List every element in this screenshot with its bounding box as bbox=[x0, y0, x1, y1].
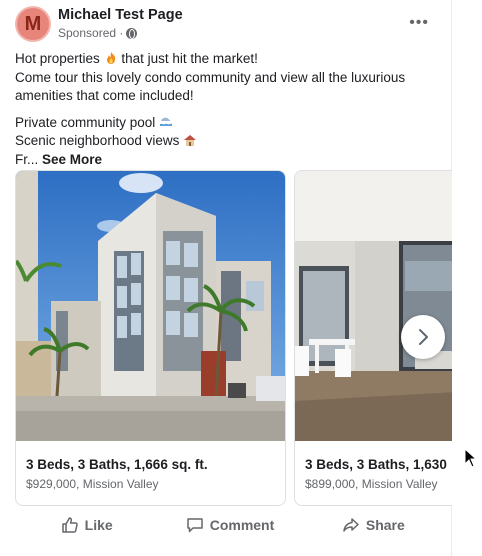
post-header: M Michael Test Page Sponsored · ••• bbox=[15, 6, 439, 42]
post-line: Come tour this lovely condo community an… bbox=[15, 69, 406, 85]
post-line: Fr... See More bbox=[15, 151, 103, 167]
share-button[interactable]: Share bbox=[302, 510, 445, 540]
card-info: 3 Beds, 3 Baths, 1,666 sq. ft. $929,000,… bbox=[16, 441, 285, 505]
listing-carousel: 3 Beds, 3 Baths, 1,666 sq. ft. $929,000,… bbox=[15, 170, 452, 506]
thumbs-up-icon bbox=[61, 517, 78, 533]
post-text: Hot properties that just hit the market!… bbox=[15, 50, 435, 169]
share-label: Share bbox=[365, 517, 405, 533]
like-label: Like bbox=[84, 517, 113, 533]
listing-photo-exterior bbox=[16, 171, 285, 441]
share-icon bbox=[343, 518, 359, 532]
fire-icon bbox=[106, 52, 115, 64]
chevron-right-icon bbox=[419, 329, 428, 345]
carousel-card[interactable]: 3 Beds, 3 Baths, 1,666 sq. ft. $929,000,… bbox=[15, 170, 286, 506]
comment-button[interactable]: Comment bbox=[158, 510, 301, 540]
more-options-button[interactable]: ••• bbox=[409, 14, 429, 32]
post-line: Hot properties that just hit the market! bbox=[15, 51, 258, 66]
listing-photo-interior bbox=[295, 171, 452, 441]
post-actions: Like Comment Share bbox=[15, 510, 445, 540]
page-avatar[interactable]: M bbox=[15, 6, 51, 42]
sponsored-post: M Michael Test Page Sponsored · ••• Hot … bbox=[0, 0, 452, 556]
card-info: 3 Beds, 3 Baths, 1,630 $899,000, Mission… bbox=[295, 441, 452, 505]
post-line: Scenic neighborhood views bbox=[15, 132, 435, 151]
sponsored-text: Sponsored · bbox=[58, 26, 124, 40]
pool-icon bbox=[160, 117, 173, 126]
listing-title: 3 Beds, 3 Baths, 1,630 bbox=[305, 457, 447, 472]
globe-icon bbox=[126, 27, 138, 39]
post-line: amenities that come included! bbox=[15, 88, 194, 103]
mouse-cursor-icon bbox=[464, 448, 478, 468]
see-more-link[interactable]: See More bbox=[42, 152, 102, 167]
listing-price-location: $899,000, Mission Valley bbox=[305, 477, 438, 491]
house-icon bbox=[184, 135, 197, 146]
comment-label: Comment bbox=[209, 517, 275, 533]
page-name-link[interactable]: Michael Test Page bbox=[58, 7, 183, 23]
listing-price-location: $929,000, Mission Valley bbox=[26, 477, 159, 491]
listing-title: 3 Beds, 3 Baths, 1,666 sq. ft. bbox=[26, 457, 208, 472]
post-line: Private community pool bbox=[15, 114, 435, 133]
carousel-next-button[interactable] bbox=[401, 315, 445, 359]
like-button[interactable]: Like bbox=[15, 510, 158, 540]
comment-icon bbox=[186, 518, 203, 533]
sponsored-label: Sponsored · bbox=[58, 26, 138, 40]
